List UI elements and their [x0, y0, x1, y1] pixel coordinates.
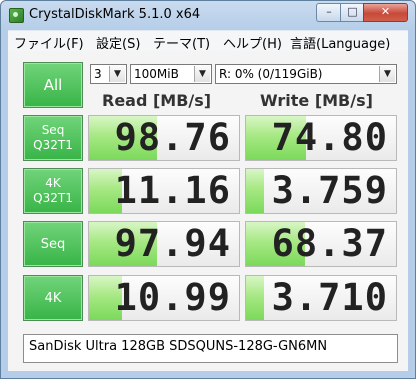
4k-q32t1-read-value: 11.16 — [114, 169, 231, 212]
drive-value: R: 0% (0/119GiB) — [219, 67, 323, 81]
title-bar[interactable]: CrystalDiskMark 5.1.0 x64 – □ ✕ — [1, 1, 415, 29]
app-window: CrystalDiskMark 5.1.0 x64 – □ ✕ ファイル(F) … — [0, 0, 416, 379]
test-size-select[interactable]: 100MiB ▼ — [130, 64, 212, 84]
read-header: Read [MB/s] — [102, 91, 212, 110]
4k-q32t1-write-value: 3.759 — [271, 169, 388, 212]
4k-write-cell: 3.710 — [245, 275, 397, 321]
test-count-value: 3 — [94, 67, 102, 81]
4k-write-value: 3.710 — [271, 276, 388, 319]
seq-q32t1-read-value: 98.76 — [114, 116, 231, 159]
menu-help[interactable]: ヘルプ(H) — [223, 33, 282, 52]
menu-bar: ファイル(F) 設定(S) テーマ(T) ヘルプ(H) 言語(Language) — [8, 30, 408, 52]
seq-q32t1-write-value: 74.80 — [271, 116, 388, 159]
window-title: CrystalDiskMark 5.1.0 x64 — [29, 7, 201, 22]
4k-q32t1-write-cell: 3.759 — [245, 168, 397, 214]
test-size-value: 100MiB — [134, 67, 179, 81]
row-label-line1: Seq — [40, 236, 66, 252]
seq-write-value: 68.37 — [271, 222, 388, 265]
drive-model-text: SanDisk Ultra 128GB SDSQUNS-128G-GN6MN — [29, 339, 328, 354]
close-button[interactable]: ✕ — [363, 3, 408, 22]
menu-language[interactable]: 言語(Language) — [290, 33, 390, 52]
row-label-line2: Q32T1 — [33, 138, 73, 152]
chevron-down-icon[interactable]: ▼ — [379, 66, 395, 82]
main-panel: All 3 ▼ 100MiB ▼ R: 0% (0/119GiB) ▼ Read… — [8, 51, 408, 371]
4k-q32t1-read-cell: 11.16 — [88, 168, 240, 214]
seq-read-value: 97.94 — [114, 222, 231, 265]
test-count-select[interactable]: 3 ▼ — [90, 64, 127, 84]
row-label-line2: Q32T1 — [33, 191, 73, 205]
seq-q32t1-button[interactable]: Seq Q32T1 — [23, 115, 83, 161]
seq-write-cell: 68.37 — [245, 221, 397, 267]
write-header: Write [MB/s] — [260, 91, 373, 110]
menu-settings[interactable]: 設定(S) — [96, 33, 140, 52]
4k-read-cell: 10.99 — [88, 275, 240, 321]
row-label-line1: 4K — [44, 290, 62, 306]
write-bar — [246, 169, 264, 213]
comment-field[interactable]: SanDisk Ultra 128GB SDSQUNS-128G-GN6MN — [23, 334, 398, 363]
app-icon — [9, 8, 24, 23]
row-label-line1: Seq — [41, 123, 65, 137]
seq-button[interactable]: Seq — [23, 221, 83, 267]
seq-read-cell: 97.94 — [88, 221, 240, 267]
seq-q32t1-write-cell: 74.80 — [245, 115, 397, 161]
4k-q32t1-button[interactable]: 4K Q32T1 — [23, 168, 83, 214]
menu-file[interactable]: ファイル(F) — [14, 33, 84, 52]
chevron-down-icon[interactable]: ▼ — [109, 66, 125, 82]
drive-select[interactable]: R: 0% (0/119GiB) ▼ — [215, 64, 397, 84]
run-all-button[interactable]: All — [23, 62, 83, 108]
menu-theme[interactable]: テーマ(T) — [153, 33, 210, 52]
seq-q32t1-read-cell: 98.76 — [88, 115, 240, 161]
4k-button[interactable]: 4K — [23, 275, 83, 321]
chevron-down-icon[interactable]: ▼ — [194, 66, 210, 82]
write-bar — [246, 276, 264, 320]
maximize-button[interactable]: □ — [340, 3, 365, 22]
minimize-button[interactable]: – — [316, 3, 341, 22]
4k-read-value: 10.99 — [114, 276, 231, 319]
row-label-line1: 4K — [45, 176, 61, 190]
